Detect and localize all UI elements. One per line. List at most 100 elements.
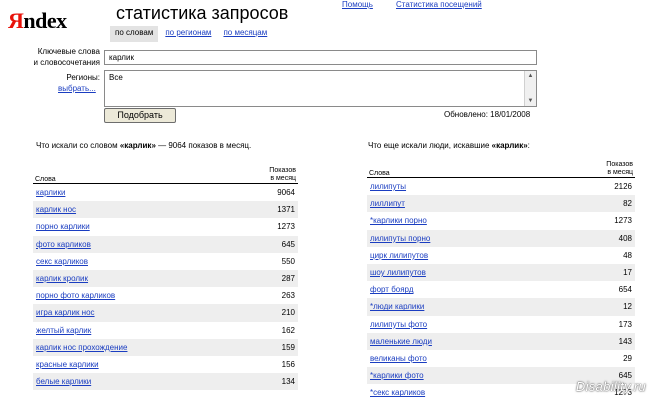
table-row: маленькие люди 143 [367,333,635,350]
table-row: желтый карлик 162 [33,322,298,339]
left-heading-post: — 9064 показов в месяц. [156,141,251,150]
tab-by-words[interactable]: по словам [110,26,158,42]
query-link[interactable]: *люди карлики [370,302,424,311]
row-count: 550 [235,253,298,270]
query-link[interactable]: великаны фото [370,354,427,363]
scroll-up-icon[interactable]: ▲ [525,71,536,81]
table-row: секс карликов 550 [33,253,298,270]
yandex-logo[interactable]: Яndex [8,8,67,34]
query-link[interactable]: лилипуты [370,182,406,191]
query-link[interactable]: секс карликов [36,257,88,266]
row-count: 2126 [552,178,635,196]
submit-button[interactable]: Подобрать [104,108,176,123]
tab-bar: по словам по регионам по месяцам [110,26,274,42]
row-word-cell: лилипуты [367,178,552,196]
regions-textarea[interactable]: Все ▲ ▼ [104,70,537,107]
tab-by-months[interactable]: по месяцам [218,26,272,42]
row-count: 162 [235,322,298,339]
query-link[interactable]: лиллипут [370,199,405,208]
row-word-cell: форт боярд [367,281,552,298]
table-row: карлик нос1371 [33,201,298,218]
row-word-cell: порно карлики [33,218,235,235]
page-title: статистика запросов [116,3,288,24]
table-row: карлики9064 [33,184,298,202]
row-word-cell: желтый карлик [33,322,235,339]
left-heading-word: «карлик» [120,141,156,150]
query-link[interactable]: *секс карликов [370,388,425,397]
left-col-words: Слова [33,164,235,184]
row-word-cell: шоу лилипутов [367,264,552,281]
watermark: Disability.ru [576,379,646,394]
query-link[interactable]: лилипуты порно [370,234,430,243]
row-word-cell: карлик нос [33,201,235,218]
query-link[interactable]: *карлики порно [370,216,427,225]
row-word-cell: *люди карлики [367,298,552,315]
query-link[interactable]: форт боярд [370,285,414,294]
query-link[interactable]: карлик нос [36,205,76,214]
query-link[interactable]: лилипуты фото [370,320,427,329]
left-heading: Что искали со словом «карлик» — 9064 пок… [36,141,251,150]
table-row: *люди карлики 12 [367,298,635,315]
table-row: лилипуты 2126 [367,178,635,196]
query-link[interactable]: красные карлики [36,360,99,369]
table-row: лилипуты порно408 [367,230,635,247]
row-count: 48 [552,247,635,264]
row-count: 143 [552,333,635,350]
row-count: 159 [235,339,298,356]
right-col-shows-line1: Показов [554,161,633,169]
table-row: игра карлик нос 210 [33,304,298,321]
scroll-down-icon[interactable]: ▼ [525,96,536,106]
help-link[interactable]: Помощь [342,0,373,9]
query-link[interactable]: порно фото карликов [36,291,115,300]
row-count: 645 [235,236,298,253]
left-stats-table: Слова Показовв месяц карлики9064карлик н… [33,164,298,390]
row-word-cell: маленькие люди [367,333,552,350]
updated-date: Обновлено: 18/01/2008 [444,110,530,119]
tab-by-regions[interactable]: по регионам [160,26,216,42]
textarea-scrollbar[interactable]: ▲ ▼ [524,71,536,106]
row-word-cell: красные карлики [33,356,235,373]
query-link[interactable]: карлики [36,188,65,197]
choose-regions-link[interactable]: выбрать... [58,84,96,93]
query-link[interactable]: цирк лилипутов [370,251,428,260]
row-count: 12 [552,298,635,315]
row-word-cell: белые карлики [33,373,235,390]
query-link[interactable]: карлик нос прохождение [36,343,127,352]
row-word-cell: фото карликов [33,236,235,253]
row-count: 210 [235,304,298,321]
table-row: карлик кролик 287 [33,270,298,287]
keywords-input[interactable] [104,50,537,65]
logo-letter: Я [8,8,23,33]
table-row: шоу лилипутов17 [367,264,635,281]
right-heading-pre: Что еще искали люди, искавшие [368,141,492,150]
query-link[interactable]: карлик кролик [36,274,88,283]
right-heading-post: : [528,141,530,150]
query-link[interactable]: *карлики фото [370,371,424,380]
row-word-cell: лиллипут [367,195,552,212]
row-count: 1273 [235,218,298,235]
row-word-cell: карлик кролик [33,270,235,287]
table-row: лиллипут 82 [367,195,635,212]
left-col-shows-line1: Показов [237,167,296,175]
query-link[interactable]: желтый карлик [36,326,91,335]
row-word-cell: карлик нос прохождение [33,339,235,356]
row-word-cell: игра карлик нос [33,304,235,321]
query-link[interactable]: игра карлик нос [36,308,95,317]
query-link[interactable]: фото карликов [36,240,91,249]
left-table-body: карлики9064карлик нос1371 порно карлики 12… [33,184,298,391]
visits-stats-link[interactable]: Статистика посещений [396,0,482,9]
right-col-shows-line2: в месяц [554,169,633,177]
row-word-cell: *карлики порно [367,212,552,229]
right-heading-word: «карлик» [492,141,528,150]
row-count: 82 [552,195,635,212]
row-word-cell: лилипуты фото [367,316,552,333]
keywords-label: Ключевые слова и словосочетания [10,46,100,68]
right-table-header: Слова Показовв месяц [367,158,635,178]
query-link[interactable]: белые карлики [36,377,91,386]
query-link[interactable]: порно карлики [36,222,90,231]
row-count: 287 [235,270,298,287]
row-count: 654 [552,281,635,298]
query-link[interactable]: шоу лилипутов [370,268,426,277]
query-link[interactable]: маленькие люди [370,337,432,346]
logo-text: ndex [23,8,66,33]
